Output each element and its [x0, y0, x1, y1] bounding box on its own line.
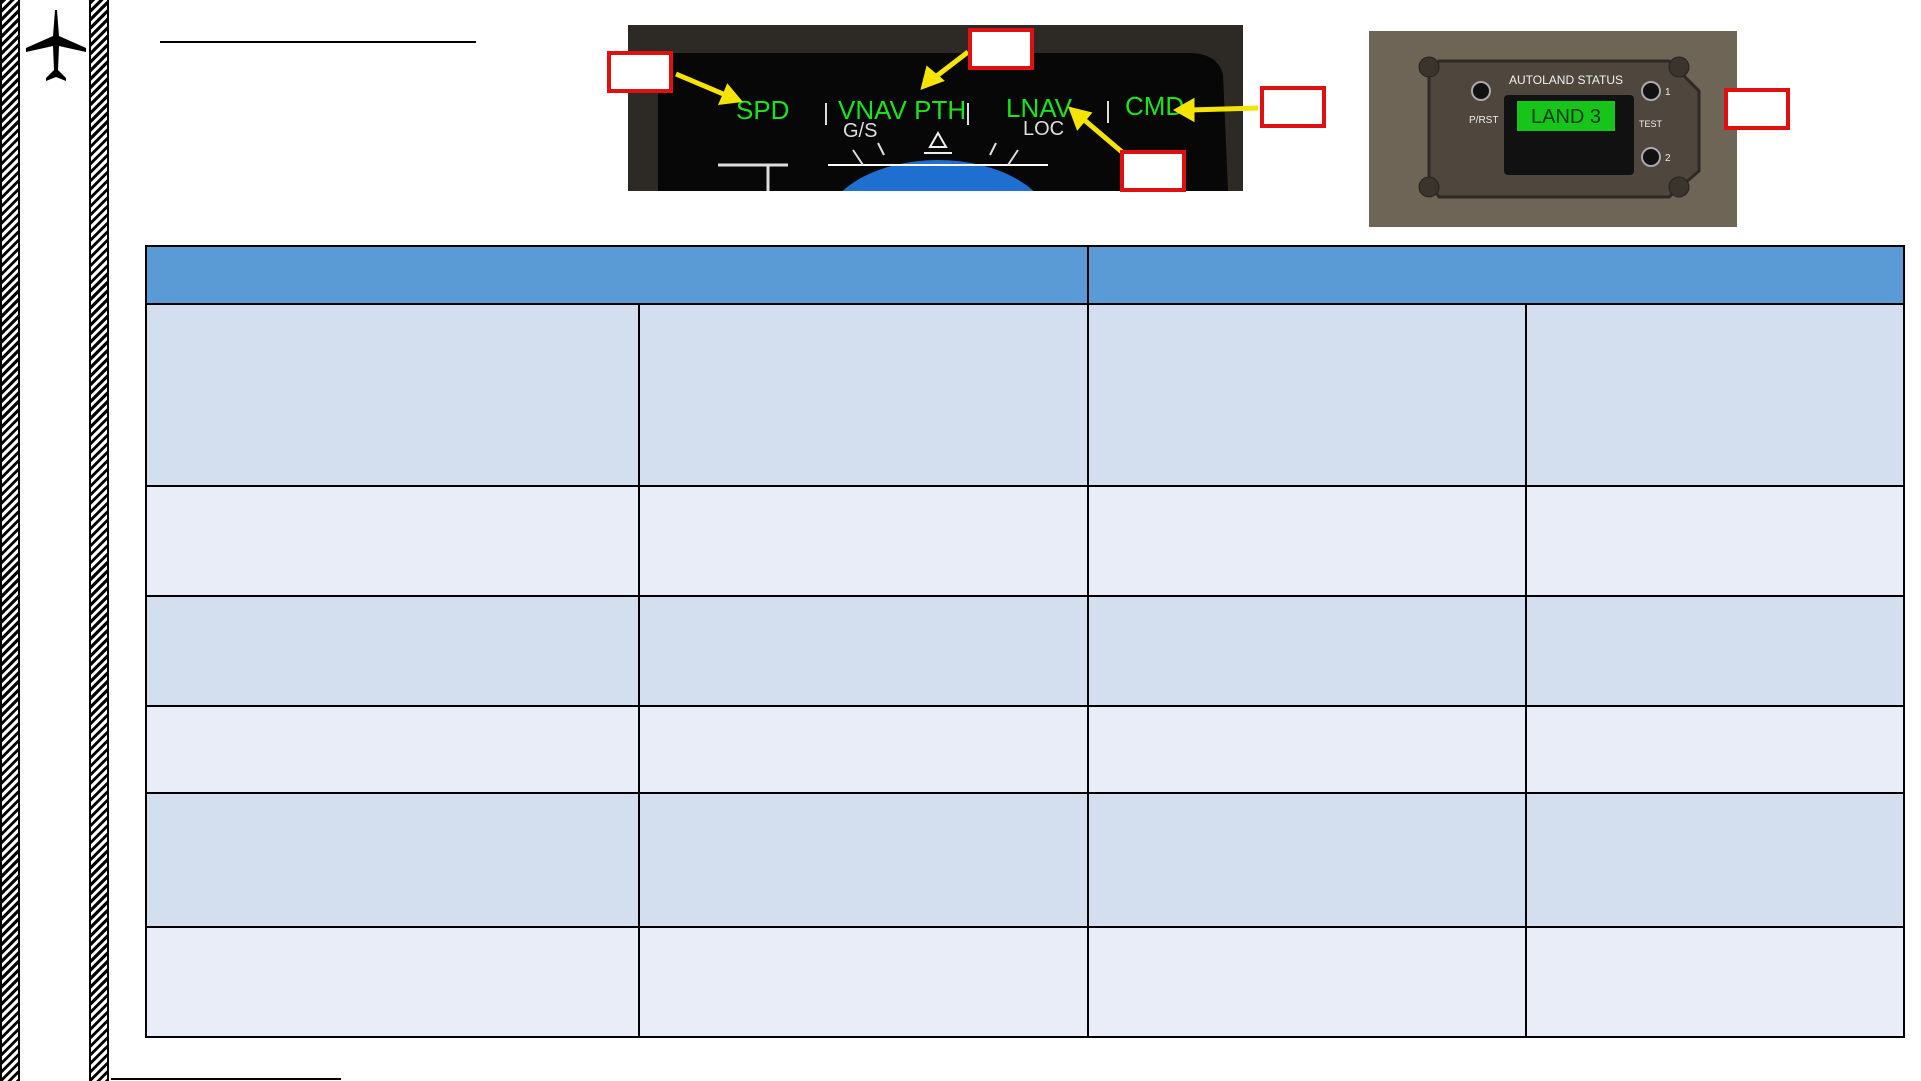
autoland-status-panel-image: LAND 3 AUTOLAND STATUS P/RST 1 2 TEST [1369, 31, 1737, 227]
table-cell [145, 303, 640, 487]
autoland-panel-title: AUTOLAND STATUS [1509, 73, 1623, 87]
table-cell [145, 792, 640, 928]
table-cell [1525, 792, 1905, 928]
footer-rule [111, 1078, 341, 1080]
table-cell [1525, 926, 1905, 1038]
callout-box-pitch [968, 28, 1034, 70]
light-2-label: 2 [1665, 153, 1671, 164]
table-row [145, 926, 1905, 1038]
table-cell [1087, 926, 1527, 1038]
table-cell [638, 485, 1089, 597]
table-cell [1087, 595, 1527, 707]
callout-box-autoland [1724, 88, 1790, 130]
table-row [145, 303, 1905, 487]
table-cell [145, 705, 640, 794]
table-cell [638, 926, 1089, 1038]
table-cell [638, 303, 1089, 487]
table-cell [1525, 303, 1905, 487]
table-cell [145, 926, 640, 1038]
table-cell [1087, 485, 1527, 597]
flight-mode-table [145, 245, 1905, 1038]
table-cell [145, 595, 640, 707]
table-row [145, 792, 1905, 928]
reset-label: P/RST [1469, 115, 1498, 126]
table-header-right [1087, 245, 1905, 305]
table-cell [1087, 792, 1527, 928]
table-row [145, 485, 1905, 597]
table-cell [145, 485, 640, 597]
table-cell [1525, 705, 1905, 794]
table-row [145, 595, 1905, 707]
table-cell [638, 792, 1089, 928]
table-header-left [145, 245, 1089, 305]
autoland-display: LAND 3 [1531, 106, 1601, 128]
table-cell [1087, 303, 1527, 487]
light-1-label: 1 [1665, 87, 1671, 98]
table-cell [1525, 595, 1905, 707]
table-cell [638, 705, 1089, 794]
table-row [145, 705, 1905, 794]
table-cell [638, 595, 1089, 707]
table-cell [1525, 485, 1905, 597]
callout-box-speed [607, 51, 673, 93]
table-header-row [145, 245, 1905, 305]
table-cell [1087, 705, 1527, 794]
test-label: TEST [1639, 119, 1663, 129]
callout-box-roll [1120, 150, 1186, 192]
callout-box-ap-status [1260, 86, 1326, 128]
